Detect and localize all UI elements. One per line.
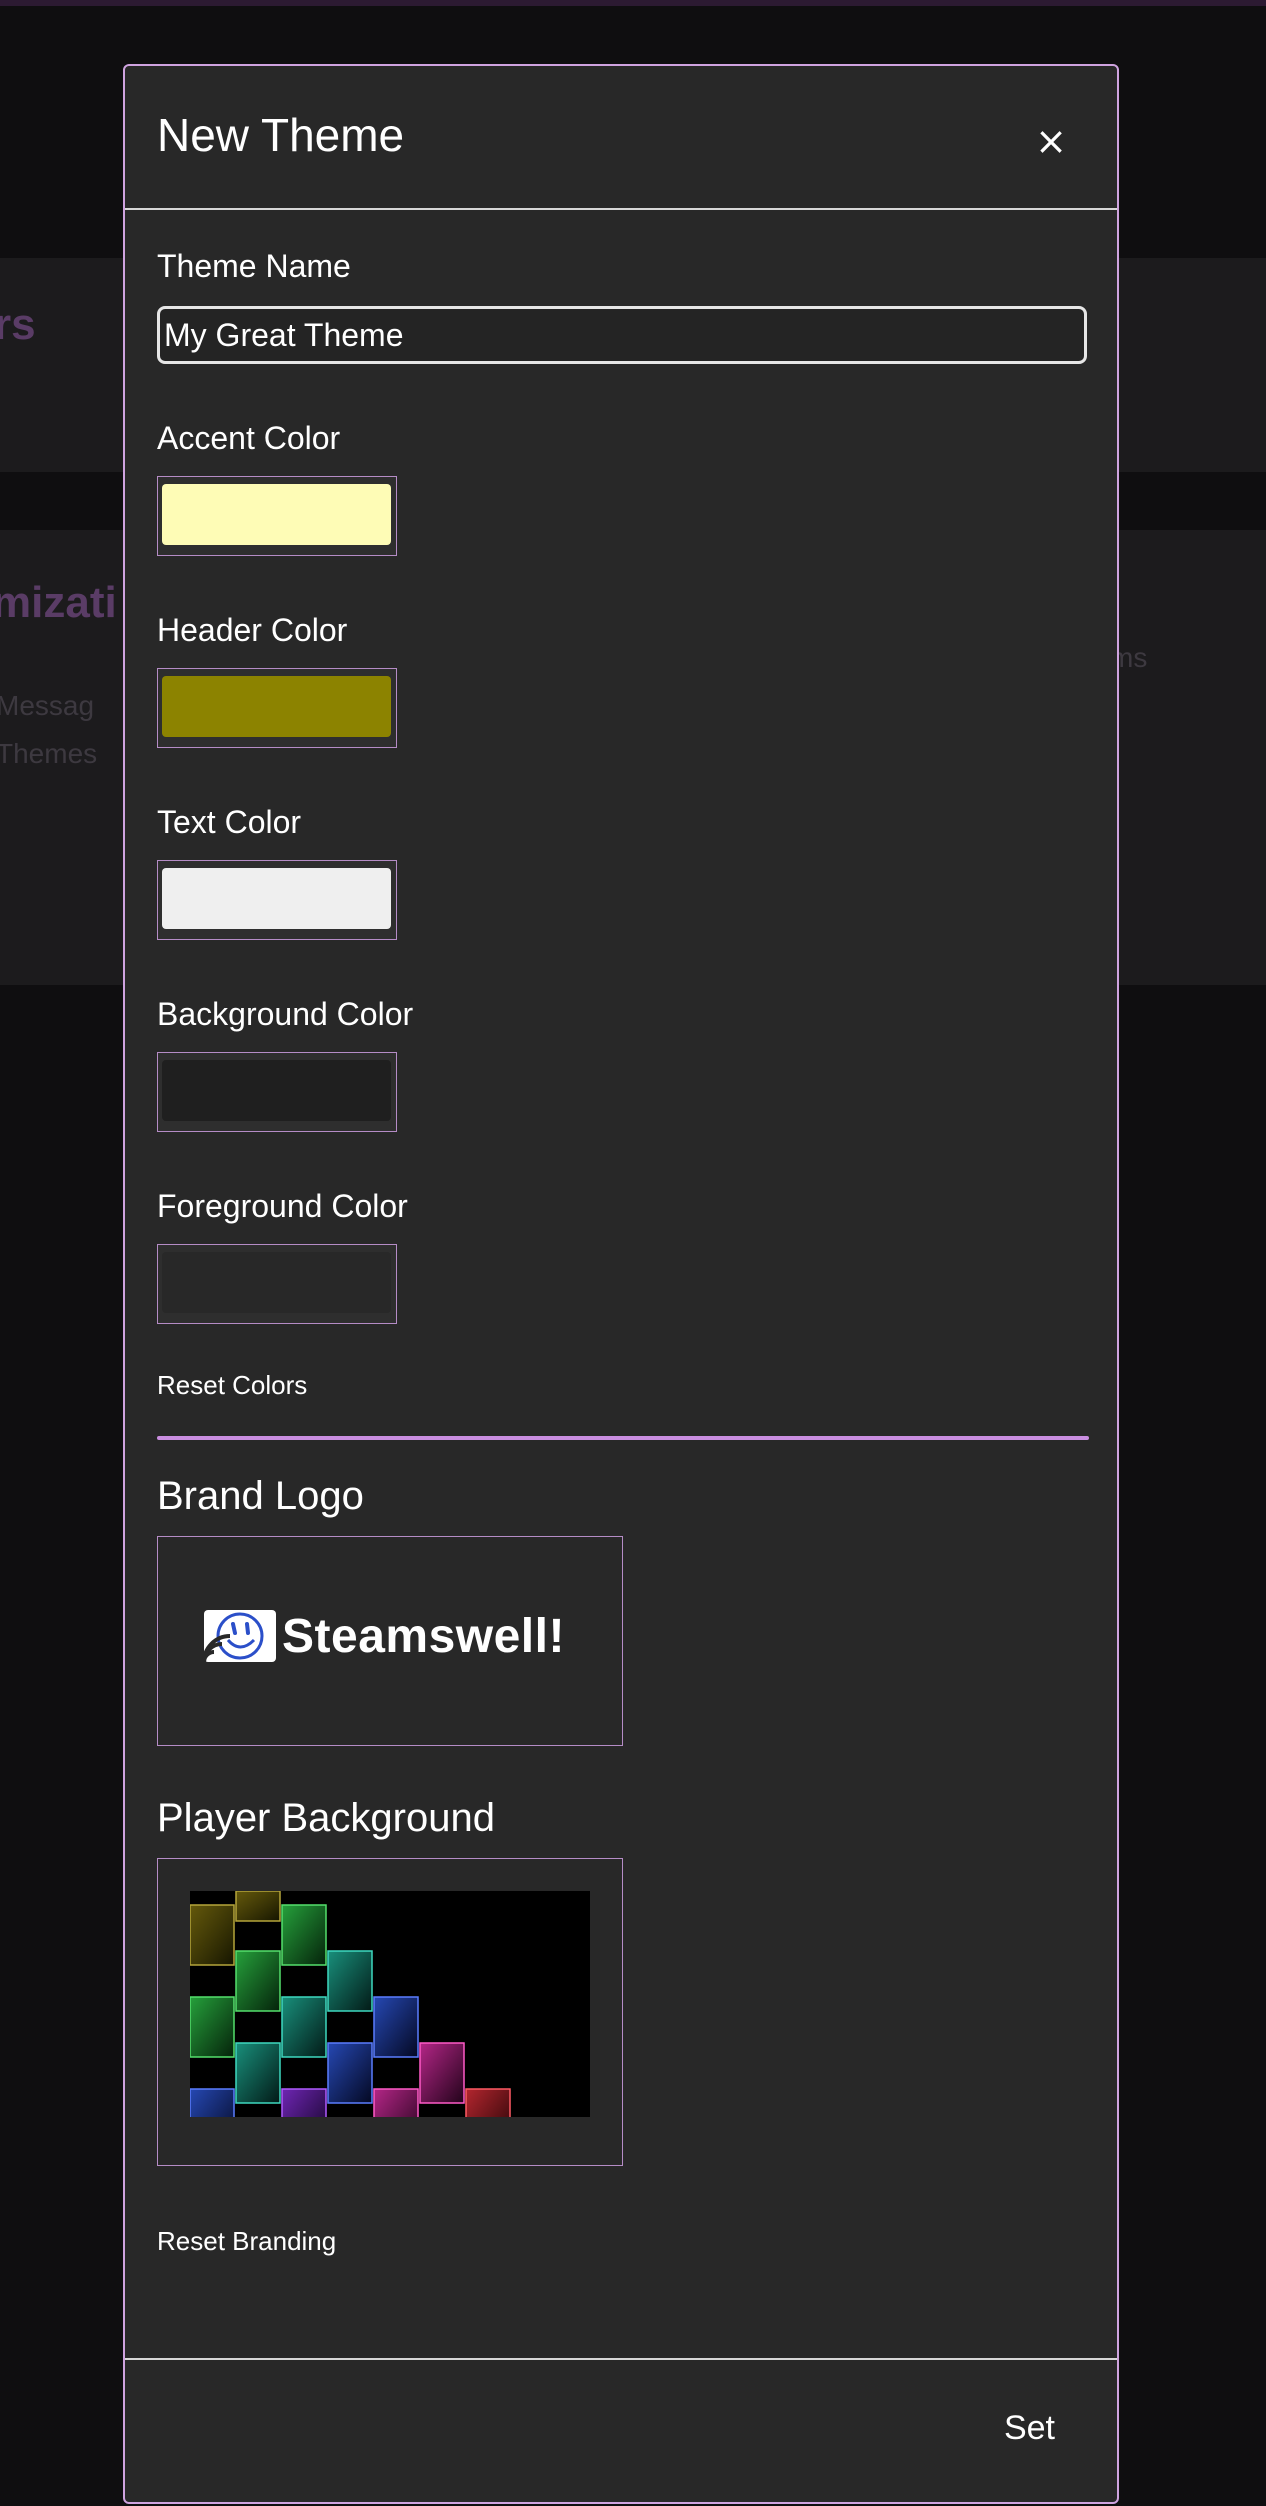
theme-name-label: Theme Name [157,248,351,284]
player-background-image [190,1891,590,2117]
brand-logo-image: Steamswell! [202,1609,565,1664]
theme-name-input[interactable] [157,306,1087,364]
foreground-color-swatch [162,1252,391,1313]
background-color-label: Background Color [157,996,414,1032]
accent-color-label: Accent Color [157,420,341,456]
background-heading: rs [0,300,36,349]
new-theme-modal: New Theme × Theme Name Accent Color Head… [123,64,1119,2504]
text-color-label: Text Color [157,804,302,840]
rainbow-blocks-graphic [190,1891,511,2117]
header-color-label: Header Color [157,612,348,648]
header-color-picker[interactable] [157,668,397,748]
modal-footer: Set [125,2358,1117,2506]
accent-color-swatch [162,484,391,545]
background-item-messages: Messag [0,690,95,721]
close-button[interactable]: × [1029,118,1073,164]
section-divider [157,1436,1089,1440]
reset-colors-button[interactable]: Reset Colors [157,1370,307,1401]
brand-logo-title: Brand Logo [157,1474,364,1518]
reset-branding-button[interactable]: Reset Branding [157,2226,336,2257]
header-color-swatch [162,676,391,737]
brand-logo-upload[interactable]: Steamswell! [157,1536,623,1746]
background-color-swatch [162,1060,391,1121]
smiley-logo-icon [202,1609,276,1662]
set-button[interactable]: Set [998,2408,1061,2449]
brand-logo-text: Steamswell! [282,1610,565,1663]
text-color-swatch [162,868,391,929]
foreground-color-label: Foreground Color [157,1188,408,1224]
foreground-color-picker[interactable] [157,1244,397,1324]
text-color-picker[interactable] [157,860,397,940]
modal-header: New Theme × [125,66,1117,210]
player-background-title: Player Background [157,1796,495,1840]
accent-color-picker[interactable] [157,476,397,556]
modal-title: New Theme [157,109,405,161]
background-item-themes: Themes [0,738,98,769]
player-background-upload[interactable] [157,1858,623,2166]
top-stripe [0,0,1266,6]
background-section-title: mizati [0,578,117,627]
background-color-picker[interactable] [157,1052,397,1132]
